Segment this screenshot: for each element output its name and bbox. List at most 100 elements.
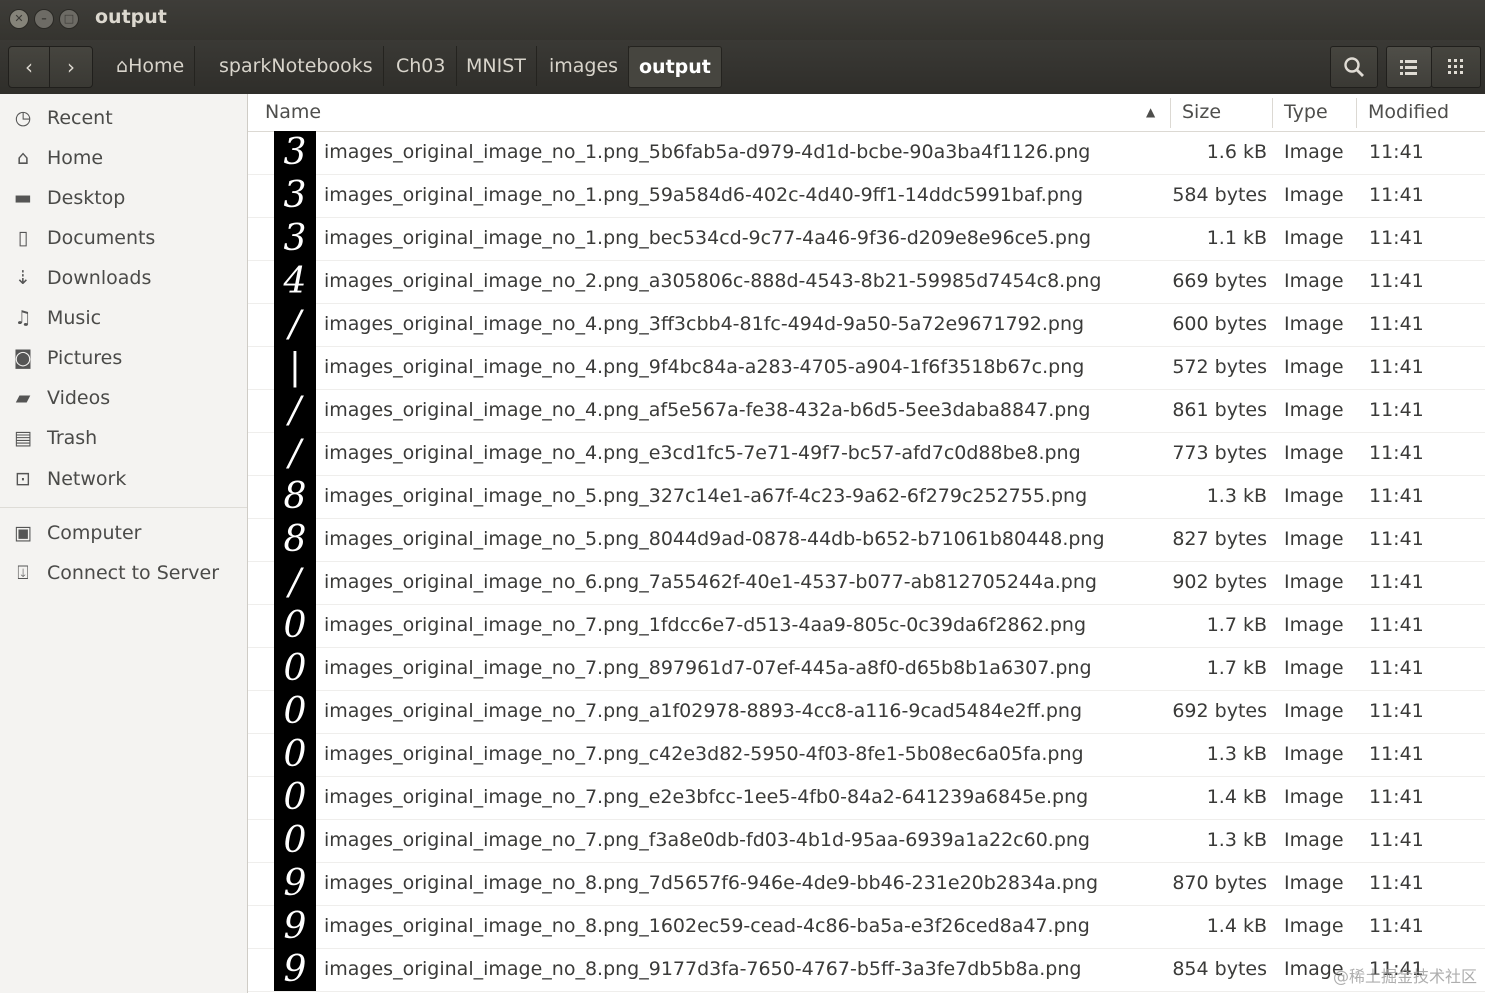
file-size: 692 bytes [1172,700,1267,722]
file-row[interactable]: 9 images_original_image_no_8.png_9177d3f… [248,948,1485,992]
music-icon: ♫ [14,307,32,329]
file-size: 870 bytes [1172,872,1267,894]
sidebar-item-trash[interactable]: ▤ Trash [0,420,247,456]
breadcrumb-home[interactable]: ⌂Home [106,46,196,86]
breadcrumb-ch03[interactable]: Ch03 [386,46,457,86]
title-bar: ✕ – □ output [0,0,1485,40]
file-row[interactable]: 0 images_original_image_no_7.png_897961d… [248,647,1485,691]
file-row[interactable]: / images_original_image_no_6.png_7a55462… [248,561,1485,605]
file-name: images_original_image_no_7.png_a1f02978-… [324,700,1083,722]
back-button[interactable]: ‹ [8,46,50,88]
sidebar-item-connect-to-server[interactable]: ⍗ Connect to Server [0,555,247,591]
file-size: 861 bytes [1172,399,1267,421]
column-size-header[interactable]: Size [1182,94,1221,131]
file-type: Image [1284,571,1344,593]
document-icon: ▯ [17,227,29,249]
file-name: images_original_image_no_7.png_e2e3bfcc-… [324,786,1089,808]
file-modified: 11:41 [1369,227,1424,249]
sidebar-item-desktop[interactable]: ▬ Desktop [0,180,247,216]
file-modified: 11:41 [1369,786,1424,808]
file-row[interactable]: / images_original_image_no_4.png_3ff3cbb… [248,303,1485,347]
column-divider [1356,98,1357,128]
sidebar-item-videos[interactable]: ▰ Videos [0,380,247,416]
file-name: images_original_image_no_8.png_7d5657f6-… [324,872,1099,894]
sidebar-item-recent[interactable]: ◷ Recent [0,100,247,136]
computer-icon: ▣ [14,522,32,544]
breadcrumb-sparknotebooks[interactable]: sparkNotebooks [209,46,384,86]
file-row[interactable]: 3 images_original_image_no_1.png_bec534c… [248,217,1485,261]
file-type: Image [1284,313,1344,335]
image-thumbnail: 0 [274,690,316,733]
file-row[interactable]: 0 images_original_image_no_7.png_f3a8e0d… [248,819,1485,863]
file-name: images_original_image_no_2.png_a305806c-… [324,270,1102,292]
file-row[interactable]: 8 images_original_image_no_5.png_327c14e… [248,475,1485,519]
sidebar-item-documents[interactable]: ▯ Documents [0,220,247,256]
search-button[interactable] [1330,46,1378,88]
grid-view-button[interactable] [1431,46,1481,88]
file-name: images_original_image_no_5.png_8044d9ad-… [324,528,1105,550]
file-name: images_original_image_no_7.png_897961d7-… [324,657,1092,679]
file-modified: 11:41 [1369,571,1424,593]
file-modified: 11:41 [1369,270,1424,292]
file-row[interactable]: 9 images_original_image_no_8.png_7d5657f… [248,862,1485,906]
image-thumbnail: 3 [274,217,316,260]
column-type-header[interactable]: Type [1284,94,1328,131]
file-row[interactable]: 0 images_original_image_no_7.png_1fdcc6e… [248,604,1485,648]
chevron-left-icon: ‹ [25,55,33,79]
list-view-button[interactable] [1386,46,1432,88]
file-type: Image [1284,829,1344,851]
file-row[interactable]: 0 images_original_image_no_7.png_c42e3d8… [248,733,1485,777]
file-type: Image [1284,915,1344,937]
breadcrumb-mnist[interactable]: MNIST [456,46,537,86]
sidebar-item-music[interactable]: ♫ Music [0,300,247,336]
file-row[interactable]: / images_original_image_no_4.png_e3cd1fc… [248,432,1485,476]
breadcrumb-output[interactable]: output [628,46,722,88]
sort-ascending-icon: ▲ [1146,105,1156,119]
file-modified: 11:41 [1369,399,1424,421]
file-name: images_original_image_no_5.png_327c14e1-… [324,485,1088,507]
file-size: 1.3 kB [1206,743,1267,765]
image-thumbnail: 8 [274,475,316,518]
file-modified: 11:41 [1369,528,1424,550]
sidebar-item-label: Connect to Server [47,562,220,584]
file-row[interactable]: 4 images_original_image_no_2.png_a305806… [248,260,1485,304]
file-row[interactable]: 3 images_original_image_no_1.png_59a584d… [248,174,1485,218]
sidebar-item-pictures[interactable]: ◙ Pictures [0,340,247,376]
minimize-icon: – [41,12,47,25]
file-name: images_original_image_no_4.png_3ff3cbb4-… [324,313,1085,335]
sidebar-item-downloads[interactable]: ⇣ Downloads [0,260,247,296]
file-name: images_original_image_no_1.png_bec534cd-… [324,227,1092,249]
sidebar-item-home[interactable]: ⌂ Home [0,140,247,176]
grid-view-icon [1448,59,1463,74]
minimize-window-button[interactable]: – [34,9,54,29]
file-type: Image [1284,141,1344,163]
forward-button[interactable]: › [49,46,93,88]
chevron-right-icon: › [67,55,75,79]
close-window-button[interactable]: ✕ [9,9,29,29]
file-row[interactable]: / images_original_image_no_4.png_af5e567… [248,389,1485,433]
sidebar-item-label: Desktop [47,187,126,209]
file-size: 1.4 kB [1206,786,1267,808]
file-row[interactable]: | images_original_image_no_4.png_9f4bc84… [248,346,1485,390]
file-type: Image [1284,614,1344,636]
image-thumbnail: / [274,389,316,432]
file-name: images_original_image_no_1.png_5b6fab5a-… [324,141,1091,163]
file-name: images_original_image_no_4.png_9f4bc84a-… [324,356,1085,378]
file-row[interactable]: 0 images_original_image_no_7.png_e2e3bfc… [248,776,1485,820]
column-name-header[interactable]: Name [265,94,321,131]
sidebar-item-label: Downloads [47,267,152,289]
image-thumbnail: 3 [274,174,316,217]
download-icon: ⇣ [15,267,31,289]
breadcrumb-images[interactable]: images [539,46,630,86]
column-modified-header[interactable]: Modified [1368,94,1449,131]
close-icon: ✕ [14,12,24,25]
file-row[interactable]: 0 images_original_image_no_7.png_a1f0297… [248,690,1485,734]
file-row[interactable]: 3 images_original_image_no_1.png_5b6fab5… [248,131,1485,175]
sidebar-item-computer[interactable]: ▣ Computer [0,515,247,551]
file-row[interactable]: 8 images_original_image_no_5.png_8044d9a… [248,518,1485,562]
image-thumbnail: / [274,432,316,475]
file-row[interactable]: 9 images_original_image_no_8.png_1602ec5… [248,905,1485,949]
file-modified: 11:41 [1369,700,1424,722]
maximize-window-button[interactable]: □ [59,9,79,29]
sidebar-item-network[interactable]: ⊡ Network [0,461,247,497]
